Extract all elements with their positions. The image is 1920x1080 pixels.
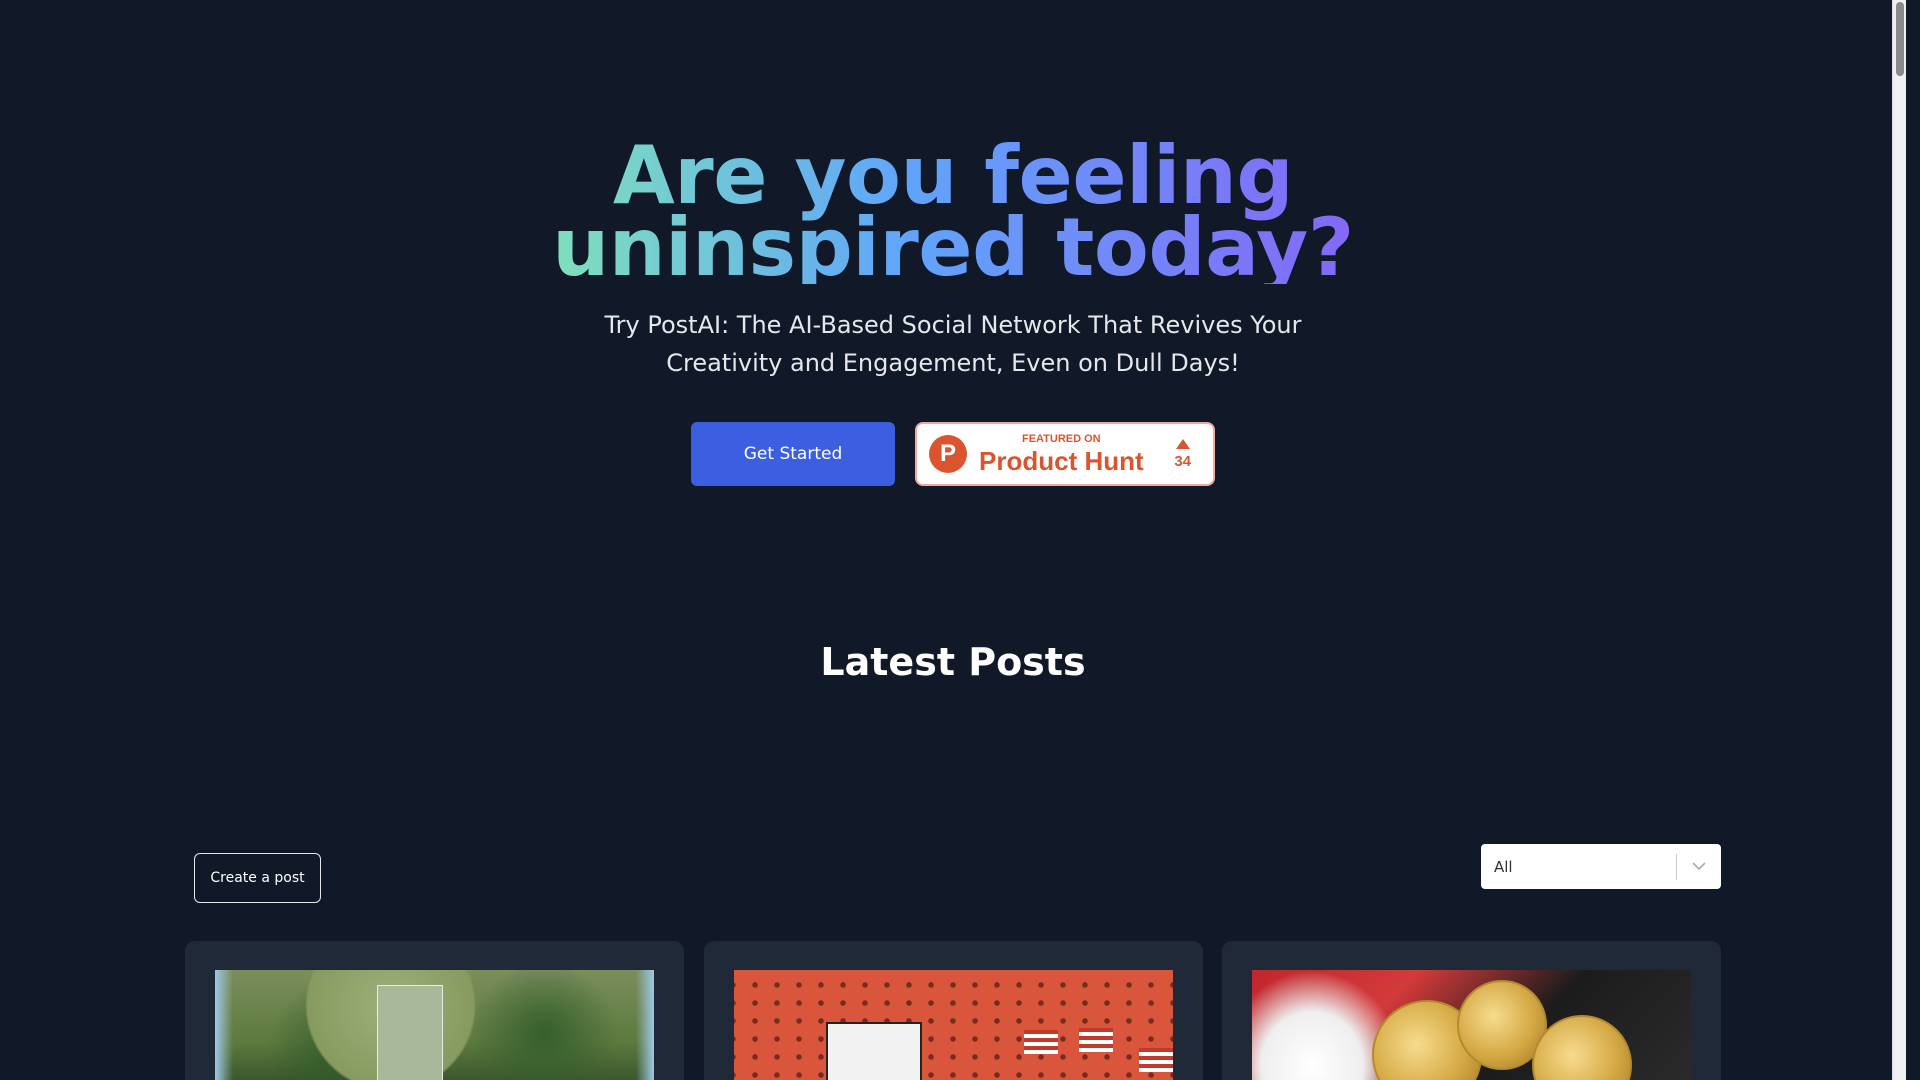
chevron-down-icon[interactable] xyxy=(1677,862,1721,871)
get-started-button[interactable]: Get Started xyxy=(691,422,895,486)
landing-page: Are you feeling uninspired today? Try Po… xyxy=(0,0,1906,1080)
hero-section: Are you feeling uninspired today? Try Po… xyxy=(0,136,1906,486)
product-hunt-featured-label: FEATURED ON xyxy=(1022,433,1101,445)
post-card[interactable] xyxy=(1222,941,1721,1080)
post-image-red-ship[interactable] xyxy=(734,970,1173,1080)
product-hunt-name: Product Hunt xyxy=(979,446,1144,476)
category-filter-select[interactable]: All xyxy=(1481,844,1721,889)
image-detail xyxy=(1079,1028,1113,1052)
post-image-aerial-park[interactable] xyxy=(215,970,654,1080)
scrollbar-thumb[interactable] xyxy=(1896,2,1904,76)
image-detail xyxy=(215,970,233,1080)
image-detail xyxy=(1024,1030,1058,1054)
image-detail xyxy=(734,970,1173,1080)
vote-count: 34 xyxy=(1174,452,1191,470)
product-hunt-votes: 34 xyxy=(1174,438,1201,470)
product-hunt-badge[interactable]: P FEATURED ON Product Hunt 34 xyxy=(915,422,1215,486)
hero-headline: Are you feeling uninspired today? xyxy=(463,136,1443,288)
latest-posts-title: Latest Posts xyxy=(820,640,1086,684)
image-detail xyxy=(826,1022,922,1080)
cta-row: Get Started P FEATURED ON Product Hunt 3… xyxy=(0,422,1906,486)
upvote-arrow-icon xyxy=(1175,438,1190,449)
image-detail xyxy=(1139,1048,1173,1072)
product-hunt-text: FEATURED ON Product Hunt xyxy=(979,433,1144,476)
image-detail xyxy=(1532,1015,1632,1080)
post-image-gold-coins[interactable] xyxy=(1252,970,1691,1080)
post-card[interactable] xyxy=(185,941,684,1080)
hero-subtitle: Try PostAI: The AI-Based Social Network … xyxy=(604,311,1302,377)
image-detail xyxy=(377,985,443,1080)
product-hunt-logo-icon: P xyxy=(929,435,967,473)
filter-selected-value: All xyxy=(1494,857,1513,876)
vertical-scrollbar[interactable] xyxy=(1892,0,1906,1080)
create-post-button[interactable]: Create a post xyxy=(194,853,321,903)
post-card[interactable] xyxy=(704,941,1203,1080)
image-detail xyxy=(636,970,654,1080)
